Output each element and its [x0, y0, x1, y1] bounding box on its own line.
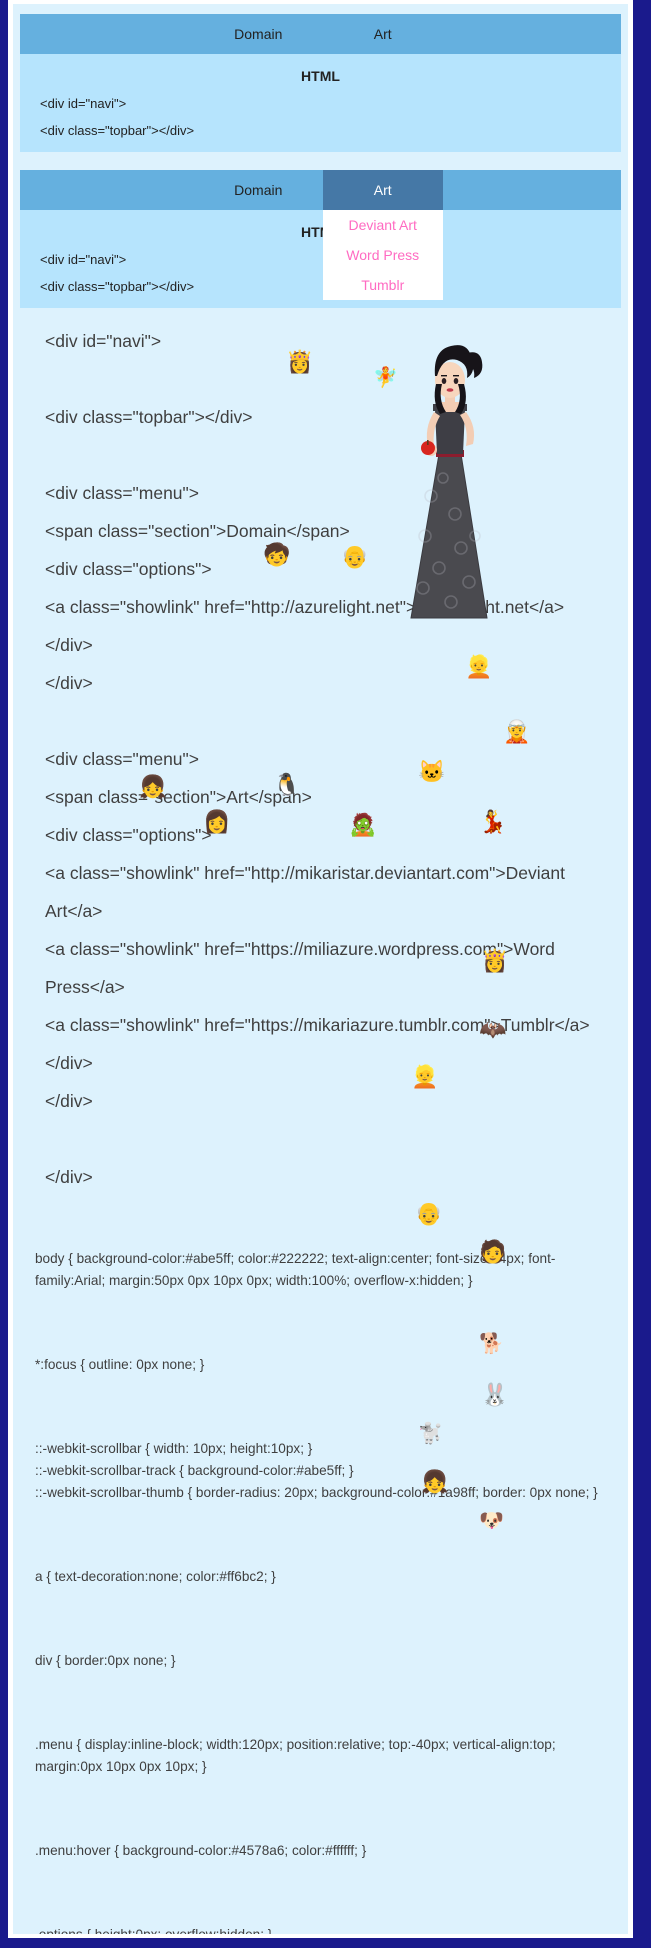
- preview2-topbar: Domain Art Deviant Art Word Press Tumblr: [20, 170, 621, 300]
- preview2-menu-art[interactable]: Art Deviant Art Word Press Tumblr: [322, 170, 443, 300]
- page-content: Domain Art HTML <div id="navi"> <div cla…: [13, 4, 628, 1934]
- preview2-title: HTML: [301, 224, 340, 240]
- css-rule: div { border:0px none; }: [35, 1653, 176, 1668]
- preview1-title: HTML: [301, 68, 340, 84]
- preview1-menu-art-label: Art: [373, 26, 392, 42]
- preview2-menu-domain-label: Domain: [234, 182, 283, 198]
- preview1-topbar: Domain Art: [20, 14, 621, 54]
- css-rule: .menu { display:inline-block; width:120p…: [35, 1737, 560, 1774]
- preview1-body: HTML <div id="navi"> <div class="topbar"…: [20, 54, 621, 152]
- preview2-menu-domain[interactable]: Domain: [198, 170, 318, 210]
- preview2-line-1: <div id="navi">: [40, 252, 127, 267]
- html-code-listing: <div id="navi"> <div class="topbar"></di…: [45, 331, 590, 1187]
- css-rule: .options { height:0px; overflow:hidden; …: [35, 1924, 610, 1934]
- css-rule: ::-webkit-scrollbar { width: 10px; heigh…: [35, 1441, 598, 1500]
- preview1-menu-row: Domain Art: [20, 14, 621, 54]
- css-rule: body { background-color:#abe5ff; color:#…: [35, 1251, 556, 1288]
- preview1-menu-domain[interactable]: Domain: [198, 14, 318, 54]
- preview2-menu-art-options: Deviant Art Word Press Tumblr: [322, 210, 443, 300]
- page-root: Domain Art HTML <div id="navi"> <div cla…: [0, 0, 651, 1948]
- preview1-menu-domain-label: Domain: [234, 26, 283, 42]
- preview-panel-1: Domain Art HTML <div id="navi"> <div cla…: [20, 14, 621, 152]
- css-rule: *:focus { outline: 0px none; }: [35, 1357, 205, 1372]
- preview2-option-word-press[interactable]: Word Press: [322, 240, 443, 270]
- css-code-listing: body { background-color:#abe5ff; color:#…: [35, 1204, 610, 1934]
- preview2-option-tumblr[interactable]: Tumblr: [322, 270, 443, 300]
- preview2-option-deviant-art[interactable]: Deviant Art: [322, 210, 443, 240]
- preview1-line-1: <div id="navi">: [40, 96, 127, 111]
- preview2-body: HTML <div id="navi"> <div class="topbar"…: [20, 210, 621, 308]
- preview1-line-2: <div class="topbar"></div>: [40, 123, 195, 138]
- preview-panel-2: Domain Art Deviant Art Word Press Tumblr…: [20, 170, 621, 308]
- preview1-menu-art[interactable]: Art: [323, 14, 443, 54]
- css-rule: .menu:hover { background-color:#4578a6; …: [35, 1843, 367, 1858]
- preview2-menu-art-label: Art: [373, 182, 392, 198]
- css-rule: a { text-decoration:none; color:#ff6bc2;…: [35, 1569, 276, 1584]
- preview2-line-2: <div class="topbar"></div>: [40, 279, 195, 294]
